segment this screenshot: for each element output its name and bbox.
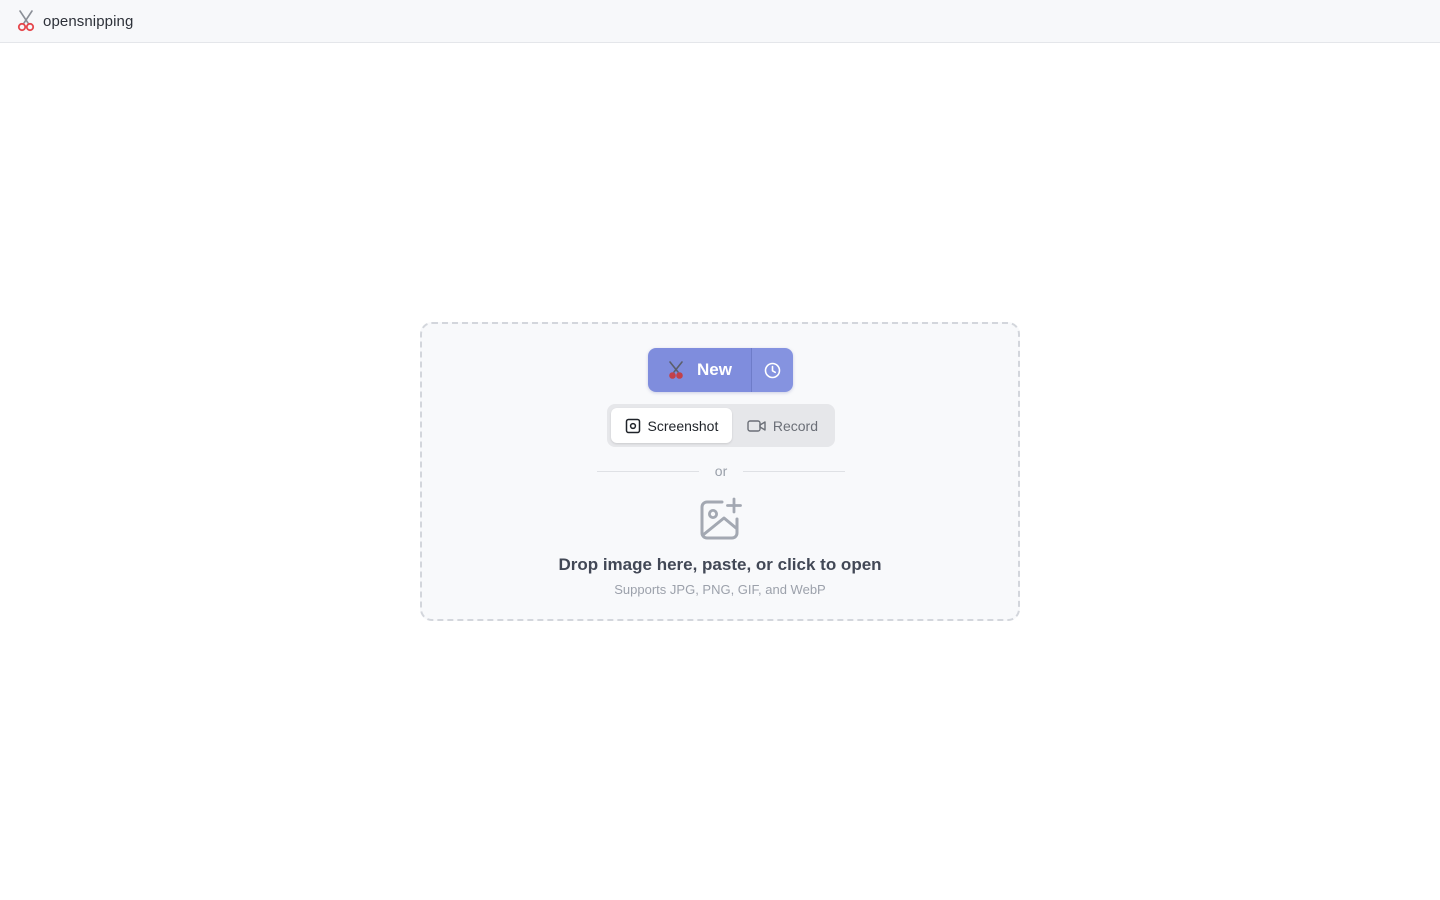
screenshot-icon <box>625 418 640 433</box>
drop-zone-subtitle: Supports JPG, PNG, GIF, and WebP <box>614 582 826 597</box>
title-bar: opensnipping <box>0 0 1440 43</box>
image-plus-icon <box>700 497 742 540</box>
new-button-label: New <box>697 360 732 379</box>
image-drop-zone[interactable]: New Screenshot Record or Drop image here… <box>420 322 1020 621</box>
divider-text: or <box>714 463 728 479</box>
divider-line-right <box>743 470 846 472</box>
new-capture-group: New <box>648 348 793 392</box>
mode-screenshot-label: Screenshot <box>647 417 719 434</box>
new-capture-button[interactable]: New <box>648 348 751 392</box>
capture-mode-toggle: Screenshot Record <box>607 404 835 447</box>
video-camera-icon <box>747 419 766 432</box>
drop-zone-title: Drop image here, paste, or click to open <box>558 555 882 574</box>
scissors-icon <box>17 10 35 32</box>
or-divider: or <box>597 461 846 481</box>
divider-line-left <box>597 470 699 472</box>
scissors-icon <box>669 361 683 379</box>
app-title: opensnipping <box>43 12 134 30</box>
mode-record-button[interactable]: Record <box>734 408 831 443</box>
mode-screenshot-button[interactable]: Screenshot <box>611 408 732 443</box>
mode-record-label: Record <box>772 417 819 434</box>
clock-icon <box>764 362 781 378</box>
history-button[interactable] <box>751 348 793 392</box>
